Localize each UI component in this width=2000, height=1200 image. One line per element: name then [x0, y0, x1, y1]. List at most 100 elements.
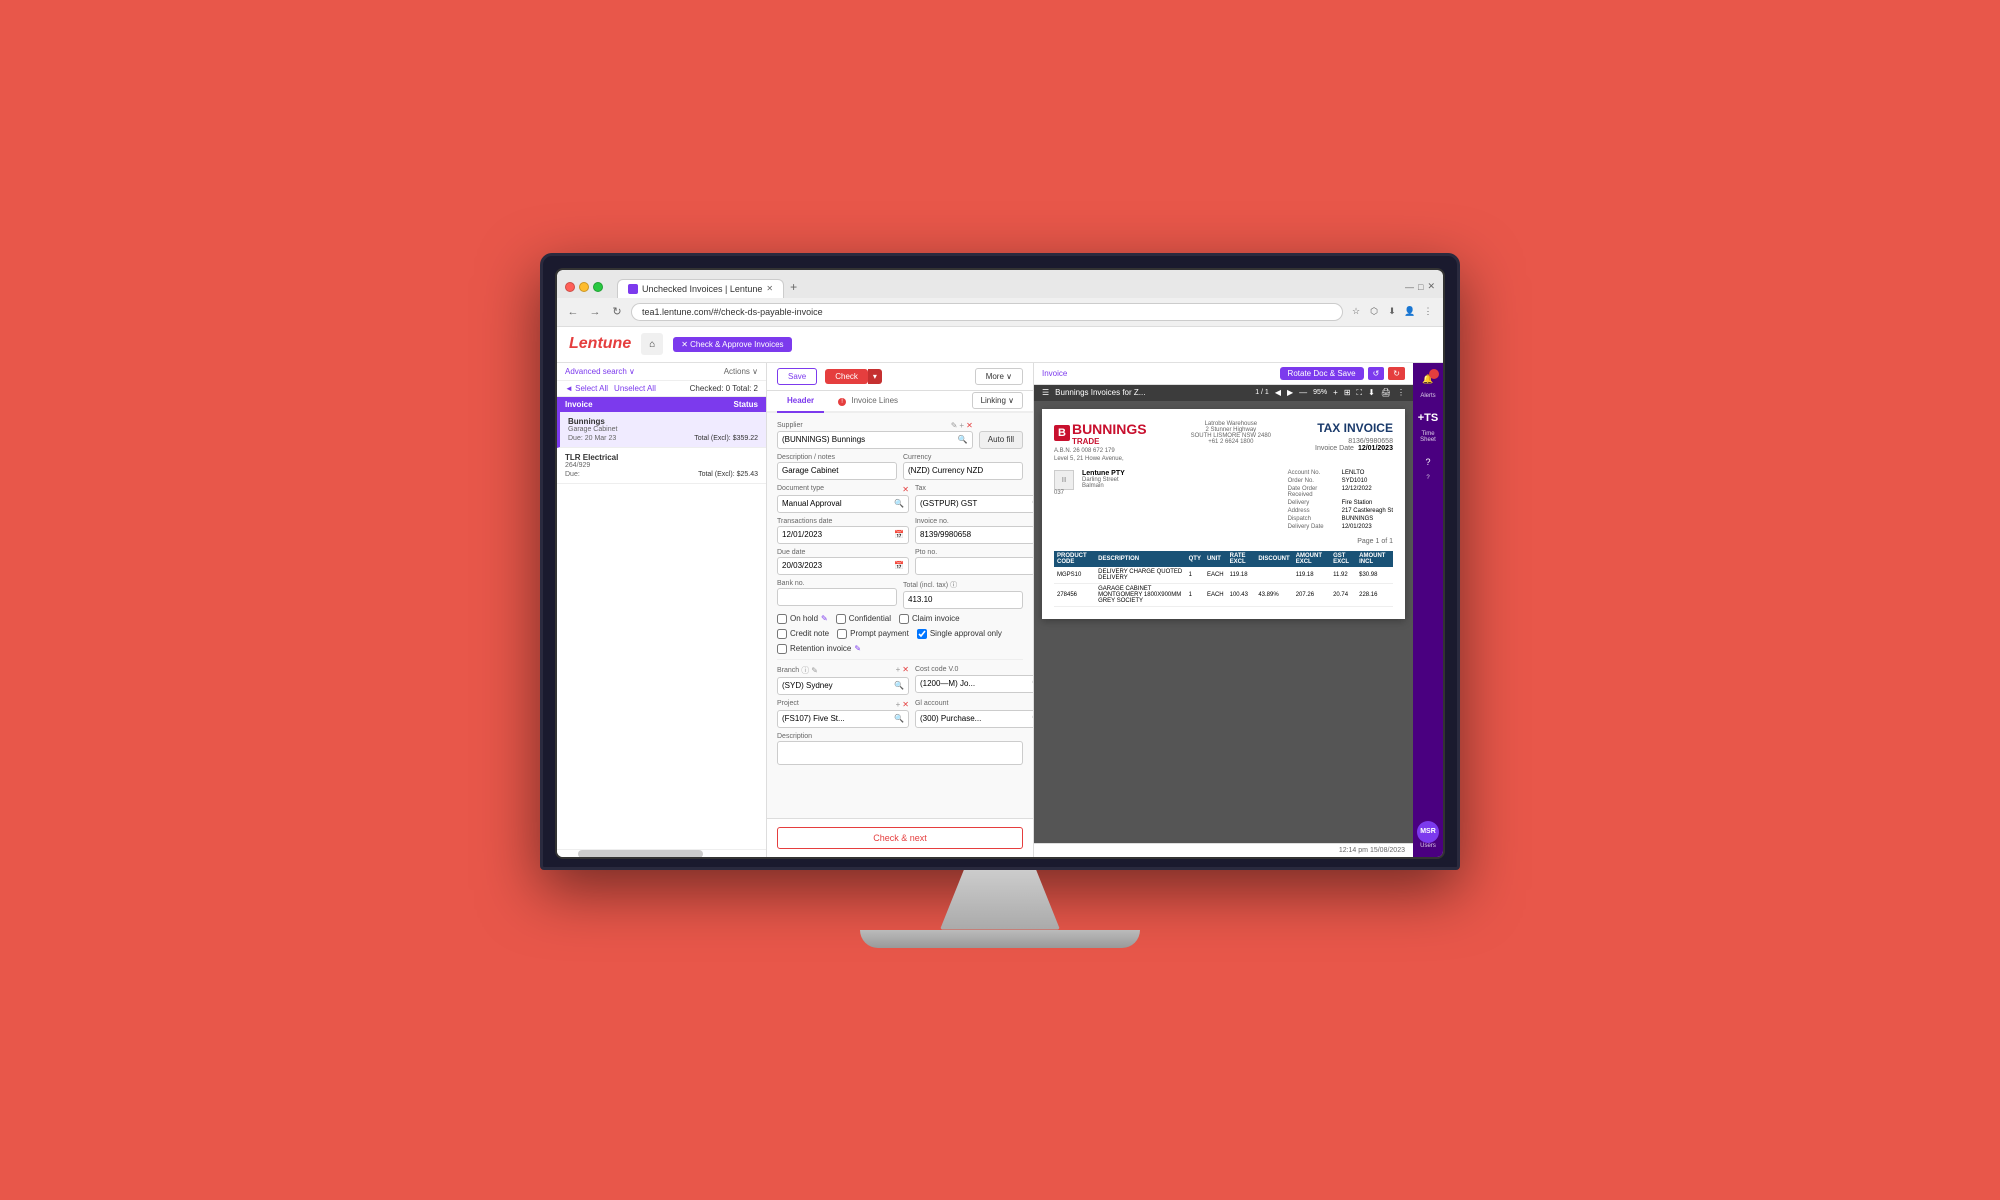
total-input[interactable]: [903, 591, 1023, 609]
cost-code-input[interactable]: 🔍: [915, 675, 1033, 693]
print-icon[interactable]: 🖨: [1381, 388, 1391, 397]
select-all-link[interactable]: ◄ Select All: [565, 384, 608, 393]
invoice-no-input[interactable]: [915, 526, 1033, 544]
tab-header[interactable]: Header: [777, 391, 824, 413]
supplier-search-icon[interactable]: 🔍: [958, 435, 968, 444]
more-options-icon[interactable]: ⋮: [1397, 388, 1405, 397]
cost-code-input-field[interactable]: [920, 679, 1030, 688]
address-bar[interactable]: tea1.lentune.com/#/check-ds-payable-invo…: [631, 303, 1343, 321]
user-avatar[interactable]: MSR: [1417, 821, 1439, 843]
fullscreen-icon[interactable]: ⛶: [1357, 388, 1363, 398]
check-next-button[interactable]: Check & next: [777, 827, 1023, 849]
currency-input-field[interactable]: [908, 466, 1018, 475]
actions-button[interactable]: Actions ∨: [724, 367, 758, 376]
tab-invoice-lines[interactable]: ! Invoice Lines: [828, 391, 908, 413]
total-input-field[interactable]: [908, 595, 1018, 604]
list-scrollbar[interactable]: [557, 849, 766, 857]
credit-note-checkbox[interactable]: [777, 629, 787, 639]
single-approval-checkbox[interactable]: [917, 629, 927, 639]
page-left-icon[interactable]: ◀: [1275, 388, 1281, 397]
page-right-icon[interactable]: ▶: [1287, 388, 1293, 397]
forward-button[interactable]: →: [587, 304, 603, 320]
download-icon[interactable]: ⬇: [1385, 305, 1399, 319]
gl-account-input-field[interactable]: [920, 714, 1030, 723]
window-restore-icon[interactable]: □: [1418, 282, 1423, 292]
project-search-icon[interactable]: 🔍: [894, 714, 904, 723]
reload-button[interactable]: ↻: [609, 304, 625, 320]
supplier-input-field[interactable]: [782, 435, 956, 444]
unselect-all-link[interactable]: Unselect All: [614, 384, 656, 393]
project-plus-icon[interactable]: +: [896, 700, 901, 709]
document-type-input-field[interactable]: [782, 499, 892, 508]
retention-edit-icon[interactable]: ✎: [854, 644, 861, 653]
supplier-plus-icon[interactable]: +: [959, 421, 964, 430]
branch-search-icon[interactable]: 🔍: [894, 681, 904, 690]
bank-no-input[interactable]: [777, 588, 897, 606]
invoice-item-tlr[interactable]: TLR Electrical 264/929 Due: Total (Excl)…: [557, 448, 766, 484]
description-input[interactable]: [777, 462, 897, 480]
tax-input[interactable]: 🔍: [915, 495, 1033, 513]
branch-input-field[interactable]: [782, 681, 892, 690]
timesheet-icon[interactable]: +TS: [1415, 405, 1441, 431]
on-hold-checkbox[interactable]: [777, 614, 787, 624]
supplier-edit-icon[interactable]: ✎: [951, 421, 958, 430]
linking-button[interactable]: Linking ∨: [972, 392, 1023, 409]
prompt-payment-checkbox-wrap[interactable]: Prompt payment: [837, 629, 909, 639]
more-button[interactable]: More ∨: [975, 368, 1023, 385]
minimize-button[interactable]: [579, 282, 589, 292]
view-mode-icon[interactable]: ⊞: [1344, 388, 1351, 397]
due-date-input-field[interactable]: [782, 561, 892, 570]
zoom-in-icon[interactable]: +: [1333, 388, 1338, 397]
credit-note-checkbox-wrap[interactable]: Credit note: [777, 629, 829, 639]
prompt-payment-checkbox[interactable]: [837, 629, 847, 639]
download-doc-icon[interactable]: ⬇: [1368, 388, 1375, 397]
project-clear-icon[interactable]: ✕: [902, 700, 909, 709]
advanced-search-button[interactable]: Advanced search ∨: [565, 367, 635, 376]
rotate-cw-button[interactable]: ↻: [1388, 367, 1405, 380]
account-icon[interactable]: 👤: [1403, 305, 1417, 319]
branch-plus-icon[interactable]: +: [896, 665, 901, 676]
branch-input[interactable]: 🔍: [777, 677, 909, 695]
branch-edit-icon[interactable]: ✎: [811, 666, 818, 675]
new-tab-button[interactable]: +: [784, 276, 803, 298]
claim-invoice-checkbox[interactable]: [899, 614, 909, 624]
doctype-clear-icon[interactable]: ✕: [902, 485, 909, 494]
project-input[interactable]: 🔍: [777, 710, 909, 728]
extensions-icon[interactable]: ⬡: [1367, 305, 1381, 319]
on-hold-checkbox-wrap[interactable]: On hold ✎: [777, 614, 828, 624]
description2-input-field[interactable]: [782, 748, 1018, 757]
back-button[interactable]: ←: [565, 304, 581, 320]
branch-clear-icon[interactable]: ✕: [902, 665, 909, 676]
window-close-icon[interactable]: ✕: [1427, 281, 1435, 292]
bank-no-input-field[interactable]: [782, 592, 892, 601]
rotate-save-button[interactable]: Rotate Doc & Save: [1280, 367, 1364, 380]
currency-input[interactable]: [903, 462, 1023, 480]
pto-input-field[interactable]: [920, 561, 1030, 570]
calendar-icon[interactable]: 📅: [894, 530, 904, 539]
browser-tab[interactable]: Unchecked Invoices | Lentune ✕: [617, 279, 784, 298]
alerts-icon[interactable]: 🔔: [1415, 367, 1441, 393]
menu-icon[interactable]: ⋮: [1421, 305, 1435, 319]
tax-input-field[interactable]: [920, 499, 1030, 508]
save-button[interactable]: Save: [777, 368, 817, 385]
branch-info-icon[interactable]: ⓘ: [801, 665, 809, 676]
supplier-clear-icon[interactable]: ✕: [966, 421, 973, 430]
description2-input[interactable]: [777, 741, 1023, 765]
document-type-input[interactable]: 🔍: [777, 495, 909, 513]
invoice-no-input-field[interactable]: [920, 530, 1030, 539]
preview-body[interactable]: B BUNNINGS TRADE A.B.N. 26 008 672 179 L…: [1034, 401, 1413, 843]
help-icon[interactable]: ?: [1415, 449, 1441, 475]
due-date-input[interactable]: 📅: [777, 557, 909, 575]
transaction-date-input-field[interactable]: [782, 530, 892, 539]
bookmark-icon[interactable]: ☆: [1349, 305, 1363, 319]
auto-fill-button[interactable]: Auto fill: [979, 431, 1023, 449]
description-input-field[interactable]: [782, 466, 892, 475]
gl-account-input[interactable]: 🔍: [915, 710, 1033, 728]
claim-invoice-checkbox-wrap[interactable]: Claim invoice: [899, 614, 960, 624]
window-minimize-icon[interactable]: —: [1405, 282, 1414, 292]
check-button[interactable]: Check: [825, 369, 868, 384]
home-button[interactable]: ⌂: [641, 333, 663, 355]
retention-invoice-checkbox[interactable]: [777, 644, 787, 654]
doctype-search-icon[interactable]: 🔍: [894, 499, 904, 508]
on-hold-edit-icon[interactable]: ✎: [821, 614, 828, 623]
